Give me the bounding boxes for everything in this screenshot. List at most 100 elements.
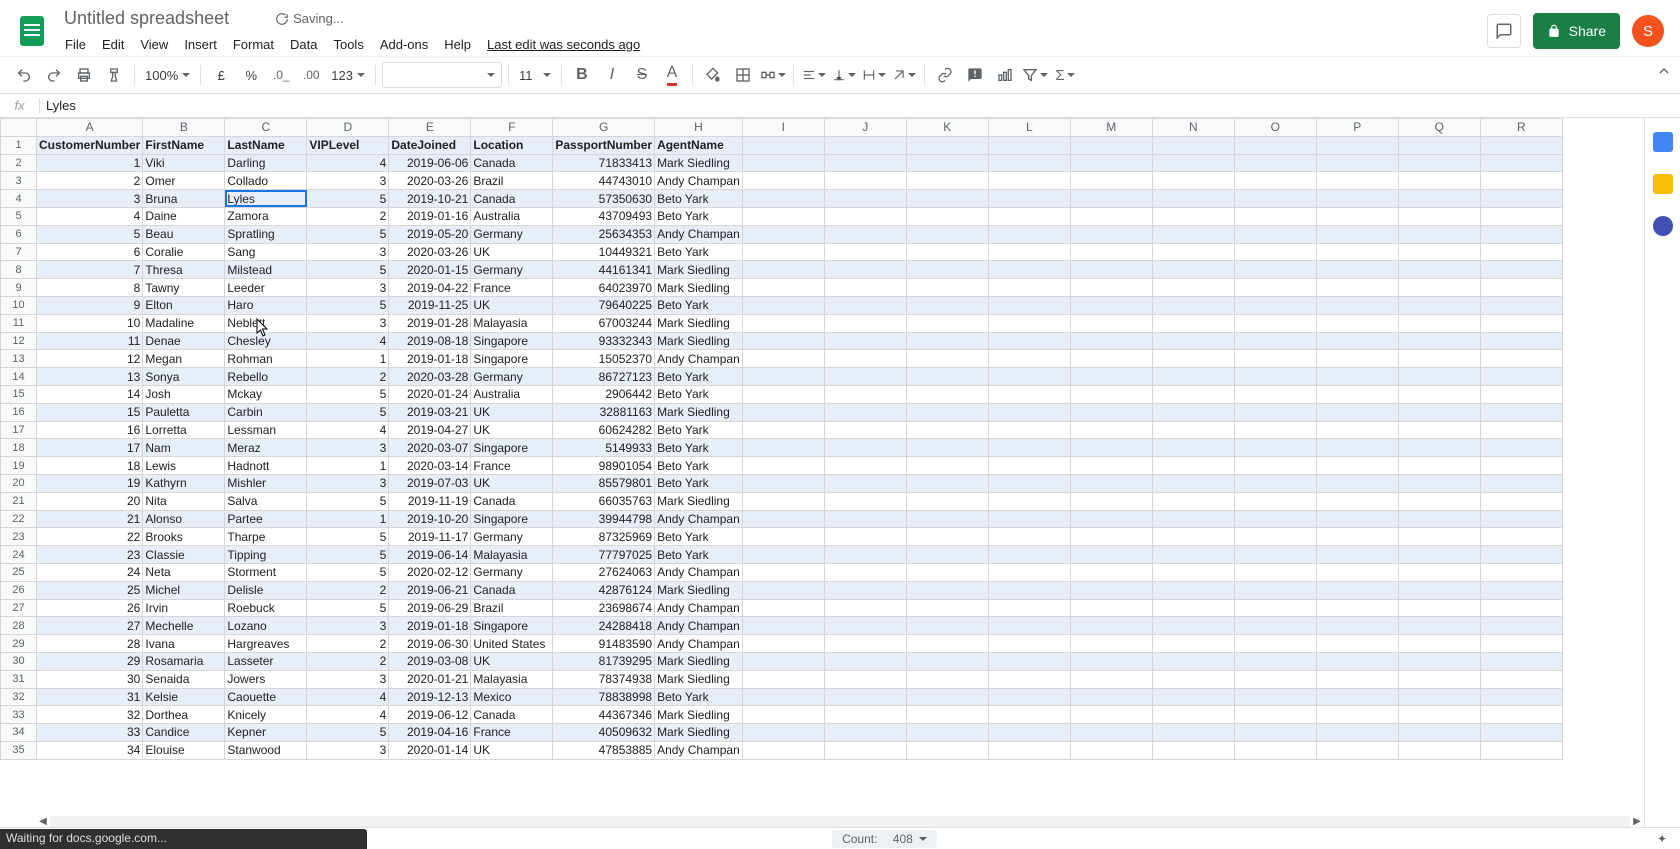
cell[interactable]: 5149933 <box>553 439 655 457</box>
cell[interactable] <box>906 546 988 564</box>
cell[interactable]: Andy Champan <box>655 617 743 635</box>
cell[interactable] <box>1234 332 1316 350</box>
cell[interactable] <box>1316 154 1398 172</box>
cell[interactable]: 5 <box>37 225 143 243</box>
cell[interactable] <box>988 581 1070 599</box>
cell[interactable]: 20 <box>37 492 143 510</box>
cell[interactable] <box>1398 172 1480 190</box>
font-family-dropdown[interactable] <box>382 62 502 88</box>
cell[interactable]: Mexico <box>471 688 553 706</box>
header-cell[interactable]: LastName <box>225 136 307 154</box>
cell[interactable] <box>742 724 824 742</box>
cell[interactable] <box>1480 368 1562 386</box>
cell[interactable]: 4 <box>307 332 389 350</box>
cell[interactable] <box>988 172 1070 190</box>
header-cell[interactable] <box>1070 136 1152 154</box>
cell[interactable]: 2020-01-15 <box>389 261 471 279</box>
cell[interactable]: 2019-06-29 <box>389 599 471 617</box>
cell[interactable] <box>1398 599 1480 617</box>
cell[interactable] <box>742 439 824 457</box>
cell[interactable]: Andy Champan <box>655 741 743 759</box>
row-header-34[interactable]: 34 <box>1 724 37 742</box>
cell[interactable] <box>742 670 824 688</box>
cell[interactable]: Australia <box>471 207 553 225</box>
cell[interactable] <box>824 368 906 386</box>
cell[interactable]: 5 <box>307 296 389 314</box>
cell[interactable] <box>1480 385 1562 403</box>
cell[interactable] <box>1398 225 1480 243</box>
cell[interactable] <box>906 421 988 439</box>
cell[interactable] <box>1398 688 1480 706</box>
cell[interactable] <box>906 670 988 688</box>
cell[interactable] <box>1480 652 1562 670</box>
cell[interactable] <box>742 652 824 670</box>
cell[interactable] <box>1070 154 1152 172</box>
cell[interactable] <box>906 172 988 190</box>
cell[interactable] <box>906 225 988 243</box>
cell[interactable] <box>1234 350 1316 368</box>
cell[interactable]: Megan <box>143 350 225 368</box>
cell[interactable] <box>1234 207 1316 225</box>
cell[interactable]: 2019-06-06 <box>389 154 471 172</box>
row-header-23[interactable]: 23 <box>1 528 37 546</box>
fill-color-button[interactable] <box>699 61 727 89</box>
cell[interactable]: 8 <box>37 279 143 297</box>
cell[interactable] <box>1070 385 1152 403</box>
cell[interactable] <box>1234 688 1316 706</box>
cell[interactable] <box>906 510 988 528</box>
cell[interactable] <box>1234 421 1316 439</box>
cell[interactable]: Lyles <box>225 190 307 208</box>
cell[interactable]: 2019-05-20 <box>389 225 471 243</box>
cell[interactable]: Dorthea <box>143 706 225 724</box>
cell[interactable] <box>1070 457 1152 475</box>
header-cell[interactable] <box>824 136 906 154</box>
cell[interactable]: 7 <box>37 261 143 279</box>
cell[interactable]: 2020-03-14 <box>389 457 471 475</box>
cell[interactable] <box>824 314 906 332</box>
cell[interactable]: United States <box>471 635 553 653</box>
cell[interactable] <box>1480 403 1562 421</box>
column-header-F[interactable]: F <box>471 119 553 137</box>
cell[interactable] <box>1480 243 1562 261</box>
cell[interactable]: 2019-03-08 <box>389 652 471 670</box>
cell[interactable] <box>988 652 1070 670</box>
cell[interactable]: 3 <box>307 617 389 635</box>
header-cell[interactable] <box>906 136 988 154</box>
cell[interactable] <box>824 741 906 759</box>
cell[interactable] <box>824 563 906 581</box>
cell[interactable]: 81739295 <box>553 652 655 670</box>
cell[interactable] <box>906 599 988 617</box>
cell[interactable]: 22 <box>37 528 143 546</box>
cell[interactable] <box>1152 457 1234 475</box>
cell[interactable] <box>1070 403 1152 421</box>
filter-button[interactable] <box>1021 61 1049 89</box>
percent-button[interactable]: % <box>237 61 265 89</box>
row-header-16[interactable]: 16 <box>1 403 37 421</box>
cell[interactable] <box>988 635 1070 653</box>
cell[interactable] <box>988 261 1070 279</box>
cell[interactable] <box>1070 172 1152 190</box>
header-cell[interactable] <box>1152 136 1234 154</box>
cell[interactable] <box>742 332 824 350</box>
column-header-A[interactable]: A <box>37 119 143 137</box>
cell[interactable] <box>988 670 1070 688</box>
cell[interactable]: Malayasia <box>471 546 553 564</box>
cell[interactable]: 5 <box>307 403 389 421</box>
cell[interactable] <box>906 741 988 759</box>
cell[interactable] <box>1316 350 1398 368</box>
cell[interactable]: Madaline <box>143 314 225 332</box>
cell[interactable] <box>1152 528 1234 546</box>
cell[interactable]: Tawny <box>143 279 225 297</box>
cell[interactable]: 13 <box>37 368 143 386</box>
cell[interactable] <box>742 421 824 439</box>
cell[interactable]: Brazil <box>471 172 553 190</box>
column-header-I[interactable]: I <box>742 119 824 137</box>
column-header-M[interactable]: M <box>1070 119 1152 137</box>
cell[interactable]: 3 <box>37 190 143 208</box>
cell[interactable]: 26 <box>37 599 143 617</box>
cell[interactable]: 2019-01-18 <box>389 617 471 635</box>
cell[interactable]: Michel <box>143 581 225 599</box>
cell[interactable]: 3 <box>307 279 389 297</box>
cell[interactable]: Irvin <box>143 599 225 617</box>
cell[interactable]: Brazil <box>471 599 553 617</box>
